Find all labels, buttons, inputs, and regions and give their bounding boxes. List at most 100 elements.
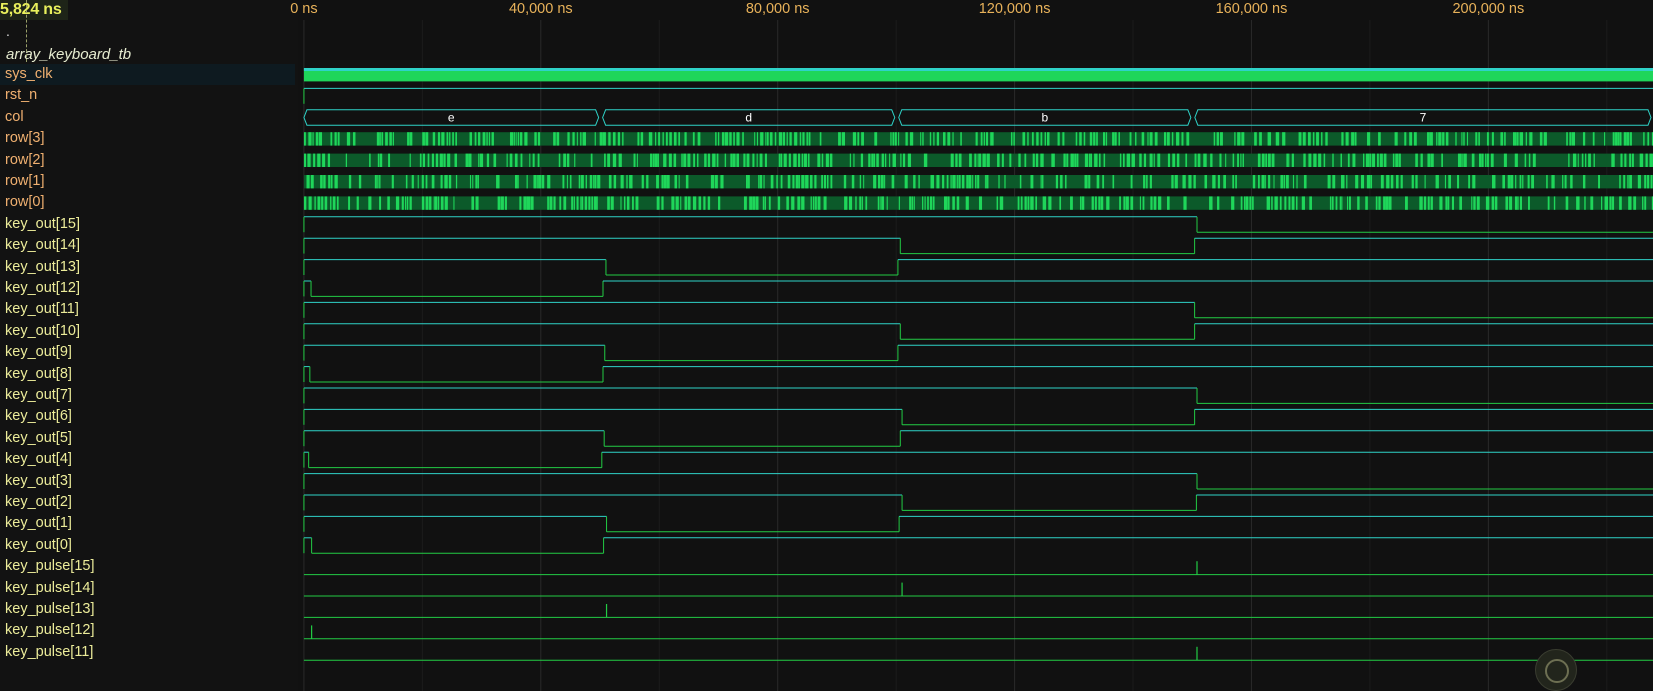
dense-wave-stripe <box>1257 153 1261 167</box>
dense-wave-stripe <box>1084 175 1088 189</box>
signal-name[interactable]: key_out[4] <box>5 449 72 470</box>
dense-wave-stripe <box>984 175 986 189</box>
dense-wave-stripe <box>514 175 518 189</box>
signal-name[interactable]: row[1] <box>5 171 45 192</box>
signal-name[interactable]: row[3] <box>5 128 45 149</box>
dense-wave-stripe <box>791 196 795 210</box>
dense-wave-stripe <box>777 196 781 210</box>
dense-wave-stripe <box>1308 153 1312 167</box>
dense-wave-stripe <box>406 196 409 210</box>
dense-wave-stripe <box>324 196 328 210</box>
waveform-panel[interactable]: 0 ns 40,000 ns 80,000 ns 120,000 ns 160,000 … <box>290 0 1653 691</box>
dense-wave-stripe <box>814 175 817 189</box>
dense-wave-stripe <box>759 175 763 189</box>
signal-name[interactable]: key_out[0] <box>5 535 72 556</box>
dense-wave-stripe <box>572 132 575 146</box>
dense-wave-stripe <box>1491 196 1495 210</box>
signal-name[interactable]: key_out[1] <box>5 513 72 534</box>
signal-name[interactable]: rst_n <box>5 85 37 106</box>
dense-wave-stripe <box>780 175 783 189</box>
dense-wave-stripe <box>345 153 348 167</box>
dense-wave-stripe <box>571 196 574 210</box>
signal-name[interactable]: key_out[6] <box>5 406 72 427</box>
dense-wave-stripe <box>1642 196 1644 210</box>
signal-name[interactable]: key_out[2] <box>5 492 72 513</box>
dense-wave-stripe <box>655 132 657 146</box>
dense-wave-stripe <box>707 196 711 210</box>
dense-wave-stripe <box>613 175 617 189</box>
signal-name[interactable]: key_pulse[12] <box>5 620 94 641</box>
dense-wave-stripe <box>1288 196 1291 210</box>
dense-wave-stripe <box>998 175 1000 189</box>
signal-name[interactable]: key_out[8] <box>5 364 72 385</box>
signal-name[interactable]: key_out[15] <box>5 214 80 235</box>
dense-wave-stripe <box>1377 153 1379 167</box>
dense-wave-stripe <box>321 196 324 210</box>
dense-wave-stripe <box>1166 132 1170 146</box>
signal-name[interactable]: key_out[3] <box>5 471 72 492</box>
dense-wave-stripe <box>881 153 884 167</box>
signal-name[interactable]: key_pulse[11] <box>5 642 93 663</box>
dense-wave-stripe <box>509 153 513 167</box>
dense-wave-stripe <box>933 196 935 210</box>
signal-name[interactable]: row[0] <box>5 192 45 213</box>
dense-wave-stripe <box>381 132 384 146</box>
dense-wave-stripe <box>432 132 436 146</box>
dense-wave-stripe <box>1576 196 1580 210</box>
dense-wave-stripe <box>746 153 750 167</box>
dense-wave-stripe <box>1367 132 1371 146</box>
dense-wave-stripe <box>478 153 480 167</box>
dense-wave-stripe <box>1466 132 1469 146</box>
dense-wave-stripe <box>829 153 833 167</box>
signal-name[interactable]: row[2] <box>5 150 45 171</box>
signal-name-panel[interactable]: 5,824 ns . array_keyboard_tb sys_clk rst_… <box>0 0 298 691</box>
signal-name[interactable]: sys_clk <box>0 64 295 85</box>
waveform-canvas[interactable]: e d b 7 <box>298 0 1653 691</box>
scroll-knob[interactable] <box>1535 649 1577 691</box>
dense-wave-stripe <box>306 175 310 189</box>
dense-wave-stripe <box>865 196 868 210</box>
dense-wave-stripe <box>955 153 958 167</box>
dense-wave-stripe <box>1219 132 1223 146</box>
cursor-line[interactable] <box>26 0 27 62</box>
signal-name[interactable]: key_pulse[14] <box>5 578 94 599</box>
dense-wave-stripe <box>376 132 380 146</box>
dense-wave-stripe <box>1096 132 1098 146</box>
dense-wave-stripe <box>421 175 424 189</box>
signal-name[interactable]: key_pulse[15] <box>5 556 94 577</box>
bus-value: b <box>1041 111 1048 125</box>
dense-wave-stripe <box>819 132 822 146</box>
signal-name[interactable]: key_out[12] <box>5 278 80 299</box>
dense-wave-stripe <box>1478 132 1480 146</box>
signal-name[interactable]: key_out[11] <box>5 299 79 320</box>
signal-name[interactable]: col <box>5 107 24 128</box>
dense-wave-stripe <box>327 153 331 167</box>
signal-name[interactable]: key_pulse[13] <box>5 599 94 620</box>
dense-wave-stripe <box>488 132 491 146</box>
dense-wave-stripe <box>853 153 855 167</box>
dense-wave-stripe <box>1505 196 1509 210</box>
signal-name[interactable]: key_out[7] <box>5 385 72 406</box>
dense-wave-stripe <box>1352 153 1356 167</box>
dense-wave-stripe <box>978 153 982 167</box>
dense-wave-stripe <box>1503 153 1507 167</box>
signal-name[interactable]: key_out[9] <box>5 342 72 363</box>
dense-wave-stripe <box>1209 196 1213 210</box>
dense-wave-stripe <box>1447 196 1450 210</box>
dense-wave-stripe <box>622 132 624 146</box>
dense-wave-stripe <box>1379 153 1383 167</box>
dense-wave-stripe <box>693 153 696 167</box>
dense-wave-stripe <box>1024 196 1027 210</box>
signal-name[interactable]: key_out[14] <box>5 235 80 256</box>
dense-wave-stripe <box>574 153 576 167</box>
signal-name[interactable]: key_out[5] <box>5 428 72 449</box>
scope-name[interactable]: array_keyboard_tb <box>6 45 131 65</box>
signal-name[interactable]: key_out[10] <box>5 321 80 342</box>
dense-wave-stripe <box>1171 175 1174 189</box>
dense-wave-bg <box>303 132 1653 146</box>
dense-wave-stripe <box>407 132 410 146</box>
dense-wave-stripe <box>1150 196 1153 210</box>
dense-wave-stripe <box>1444 175 1447 189</box>
dense-wave-stripe <box>640 132 644 146</box>
signal-name[interactable]: key_out[13] <box>5 257 80 278</box>
